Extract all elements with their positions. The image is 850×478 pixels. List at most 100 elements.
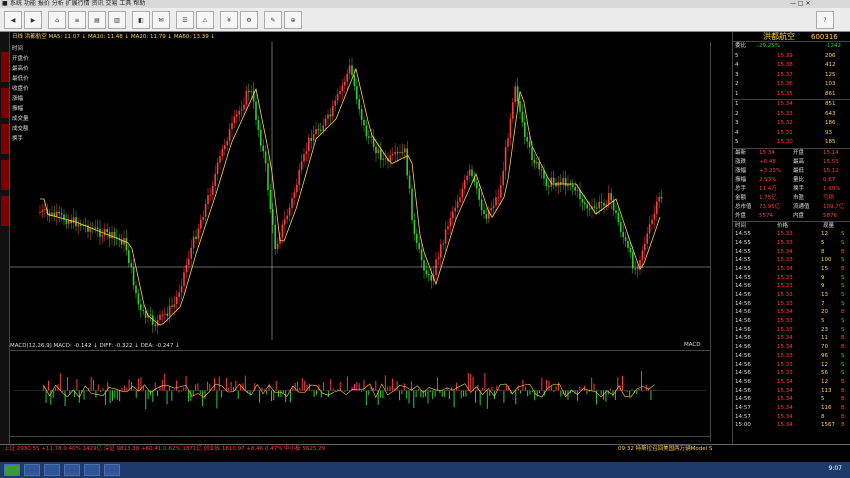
tick-row[interactable]: 14:56 15.34 12 B [733,378,850,387]
tick-row[interactable]: 14:56 15.33 9 S [733,282,850,291]
tick-time: 14:56 [735,283,751,290]
toolbar-news-icon[interactable]: ✉ [152,11,170,29]
tick-time: 14:57 [735,404,751,411]
tick-price: 15.33 [777,318,793,325]
tick-price: 15.33 [777,231,793,238]
tick-row[interactable]: 15:00 15.34 1567 B [733,421,850,430]
stat-value: 0.67 [823,176,836,183]
stat-value: 1.60% [823,185,841,192]
tick-row[interactable]: 14:57 15.34 8 B [733,413,850,422]
bid-row[interactable]: 5 15.30 185 [733,138,850,148]
bid-level: 3 [735,120,739,126]
tick-price: 15.33 [777,292,793,298]
toolbar-zoom-icon[interactable]: ⊕ [284,11,302,29]
tick-row[interactable]: 14:55 15.34 15 B [733,265,850,274]
toolbar-back-icon[interactable]: ◀ [4,11,22,29]
tick-row[interactable]: 14:55 15.34 8 B [733,248,850,257]
ask-row[interactable]: 4 15.38 412 [733,61,850,71]
tick-row[interactable]: 14:56 15.34 113 B [733,387,850,396]
stats-block: 最新 15.34 开盘 15.14 涨跌 +0.48 最高 15.55 涨幅 +3.23% 最低 15… [733,149,850,221]
bid-row[interactable]: 3 15.32 186 [733,119,850,129]
toolbar-select-icon[interactable]: ☰ [176,11,194,29]
window-controls[interactable]: — □ ✕ [790,0,811,8]
tick-row[interactable]: 14:56 15.33 7 S [733,300,850,309]
toolbar-forward-icon[interactable]: ▶ [24,11,42,29]
kline-chart[interactable] [10,42,710,340]
tick-time: 14:56 [735,344,751,351]
taskbar-app-4-icon[interactable] [84,464,100,476]
start-button-icon[interactable] [4,464,20,476]
bid-row[interactable]: 4 15.31 93 [733,129,850,139]
tick-row[interactable]: 14:56 15.33 5 S [733,317,850,326]
tick-row[interactable]: 14:56 15.33 13 S [733,291,850,300]
tick-row[interactable]: 14:56 15.34 11 B [733,334,850,343]
tick-direction: S [841,326,845,333]
tick-time: 14:57 [735,413,751,420]
cursor-info-label: 成交额 [12,126,29,132]
toolbar-f10-icon[interactable]: ◧ [132,11,150,29]
bid-rows: 1 15.34 851 2 15.33 643 3 15.32 186 4 15.31 93 5 15.3… [733,100,850,148]
menu-strip[interactable]: 系统 功能 报价 分析 扩展行情 资讯 交易 工具 帮助 [10,0,145,8]
tick-row[interactable]: 14:56 15.33 23 S [733,326,850,335]
taskbar-app-1-icon[interactable] [24,464,40,476]
toolbar-quote-icon[interactable]: ≡ [68,11,86,29]
tick-row[interactable]: 14:56 15.33 96 S [733,352,850,361]
tick-price: 15.33 [777,300,793,307]
tick-direction: B [841,404,845,411]
tick-row[interactable]: 14:55 15.33 9 S [733,274,850,283]
left-tab-5[interactable] [1,196,9,226]
tick-row[interactable]: 14:55 15.33 12 S [733,230,850,239]
ask-row[interactable]: 5 15.39 206 [733,52,850,62]
tick-list[interactable]: 14:55 15.33 12 S 14:55 15.33 5 S 14:55 15.34 8 B 14:… [733,230,850,430]
macd-chart[interactable] [10,350,710,436]
tick-direction: S [841,239,845,246]
stat-label: 流通值 [793,203,810,210]
tick-row[interactable]: 14:56 15.33 12 S [733,361,850,370]
taskbar-app-3-icon[interactable] [64,464,80,476]
left-tab-3[interactable] [1,124,9,154]
ask-price: 15.38 [777,62,793,68]
tick-price: 15.34 [777,387,793,394]
tick-row[interactable]: 14:55 15.33 5 S [733,239,850,248]
taskbar-app-2-icon[interactable] [44,464,60,476]
toolbar-tool-icon[interactable]: ⚙ [240,11,258,29]
tick-row[interactable]: 14:56 15.34 20 B [733,308,850,317]
ask-price: 15.35 [777,90,793,97]
toolbar-kline-icon[interactable]: ▥ [108,11,126,29]
tick-volume: 12 [821,378,828,385]
tick-price: 15.34 [777,422,793,429]
tick-direction: S [841,283,845,290]
ticks-header-time: 时间 [735,222,747,229]
tick-row[interactable]: 14:55 15.33 100 S [733,256,850,265]
tick-row[interactable]: 14:57 15.34 116 B [733,404,850,413]
toolbar-home-icon[interactable]: ⌂ [48,11,66,29]
taskbar-app-5-icon[interactable] [104,464,120,476]
ask-row[interactable]: 1 15.35 861 [733,90,850,100]
left-tab-1[interactable] [1,52,9,82]
app-logo-icon: ■ [2,0,8,7]
stat-value: 5876 [823,212,837,219]
cursor-info-panel: 时间 开盘价 最高价 最低价 收盘价 涨幅 振幅 成交量 成交额 换手 [12,44,38,219]
toolbar-warn-icon[interactable]: ⚠ [196,11,214,29]
ask-level: 3 [735,71,739,78]
left-tab-2[interactable] [1,88,9,118]
ask-row[interactable]: 3 15.37 125 [733,71,850,81]
ask-row[interactable]: 2 15.36 103 [733,80,850,90]
tick-price: 15.34 [777,396,793,403]
tick-price: 15.33 [777,283,793,290]
tick-row[interactable]: 14:56 15.33 56 S [733,369,850,378]
weibi-value: -29.25% [757,43,780,49]
tick-row[interactable]: 14:56 15.34 70 B [733,343,850,352]
left-tab-4[interactable] [1,160,9,190]
toolbar-help-icon[interactable]: ? [816,11,834,29]
tick-time: 14:56 [735,309,751,316]
bid-row[interactable]: 2 15.33 643 [733,110,850,120]
tick-row[interactable]: 14:56 15.34 5 B [733,395,850,404]
bid-row[interactable]: 1 15.34 851 [733,100,850,110]
toolbar-chart-icon[interactable]: ▤ [88,11,106,29]
cursor-info-label: 最低价 [12,76,29,82]
news-ticker[interactable]: 09:32 特斯拉召回美国两万辆Model S [618,445,712,454]
toolbar-trade-icon[interactable]: ¥ [220,11,238,29]
macd-info-line: MACD(12,26,9) MACD: -0.142 ↓ DIFF: -0.32… [10,343,180,349]
toolbar-draw-icon[interactable]: ✎ [264,11,282,29]
